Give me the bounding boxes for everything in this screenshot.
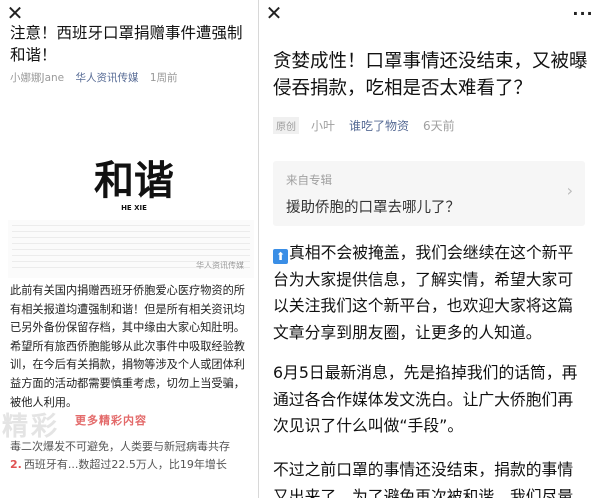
left-article-body: 此前有关国内捐赠西班牙侨胞爱心医疗物资的所有相关报道均遭强制和谐！但是所有相关资… — [10, 284, 245, 409]
left-article-title: 注意！西班牙口罩捐赠事件遭强制和谐！ — [10, 24, 243, 64]
right-article-pane: ✕ ··· 贪婪成性！口罩事情还没结束，又被曝侵吞捐款，吃相是否太难看了？ 原创… — [259, 0, 600, 498]
album-card[interactable]: 来自专辑 援助侨胞的口罩去哪儿了？ › — [273, 161, 585, 226]
more-content-label: 更多精彩内容 — [75, 414, 147, 427]
up-arrow-icon: ⬆ — [273, 249, 288, 264]
right-time: 6天前 — [423, 119, 455, 133]
hexie-logo-graphic: 和谐 HE XIE — [94, 158, 174, 212]
right-paragraph-2: 6月5日最新消息，先是掐掉我们的话筒，再通过各合作媒体发文洗白。让广大侨胞们再次… — [273, 363, 578, 435]
chevron-right-icon: › — [566, 181, 573, 200]
related-item-2-number: 2. — [10, 458, 22, 471]
left-account-link[interactable]: 华人资讯传媒 — [76, 72, 139, 84]
hexie-logo-image: 和谐 HE XIE — [64, 150, 204, 220]
close-icon[interactable]: ✕ — [4, 2, 26, 24]
related-item-2[interactable]: 2. 西班牙有...数超过22.5万人，比19年增长 — [10, 456, 255, 472]
right-author[interactable]: 小叶 — [311, 117, 335, 134]
embedded-screenshot-image: 华人资讯传媒 — [8, 220, 254, 278]
album-title: 援助侨胞的口罩去哪儿了？ — [286, 200, 460, 216]
related-item-2-text: 西班牙有...数超过22.5万人，比19年增长 — [23, 458, 227, 471]
more-dots-icon[interactable]: ··· — [572, 2, 594, 24]
album-label: 来自专辑 — [286, 173, 332, 187]
hexie-logo-text: 和谐 — [94, 158, 174, 204]
hexie-logo-subtext: HE XIE — [121, 204, 147, 212]
left-time: 1周前 — [149, 72, 178, 84]
original-tag: 原创 — [273, 117, 299, 134]
right-account-link[interactable]: 谁吃了物资 — [349, 117, 409, 134]
left-author[interactable]: 小娜娜Jane — [10, 72, 64, 84]
left-article-pane: ✕ 注意！西班牙口罩捐赠事件遭强制和谐！ 小娜娜Jane 华人资讯传媒 1周前 … — [0, 0, 258, 498]
right-topbar: ✕ ··· — [259, 0, 600, 26]
right-paragraph-1: ⬆ 真相不会被掩盖，我们会继续在这个新平台为大家提供信息，了解实情，希望大家可以关… — [273, 240, 588, 346]
right-article-title: 贪婪成性！口罩事情还没结束，又被曝侵吞捐款，吃相是否太难看了？ — [273, 51, 588, 99]
right-paragraph-1-text: 真相不会被掩盖，我们会继续在这个新平台为大家提供信息，了解实情，希望大家可以关注… — [273, 243, 574, 342]
left-article-meta: 小娜娜Jane 华人资讯传媒 1周前 — [10, 70, 178, 85]
right-article-meta: 原创 小叶 谁吃了物资 6天前 — [273, 117, 455, 134]
right-paragraph-3: 不过之前口罩的事情还没结束，捐款的事情又出来了，为了避免再次被和谐，我们尽量 — [273, 460, 574, 498]
screenshot-watermark: 华人资讯传媒 — [196, 261, 244, 270]
close-icon[interactable]: ✕ — [263, 2, 285, 24]
related-item-1[interactable]: 毒二次爆发不可避免，人类要与新冠病毒共存 — [10, 438, 255, 454]
